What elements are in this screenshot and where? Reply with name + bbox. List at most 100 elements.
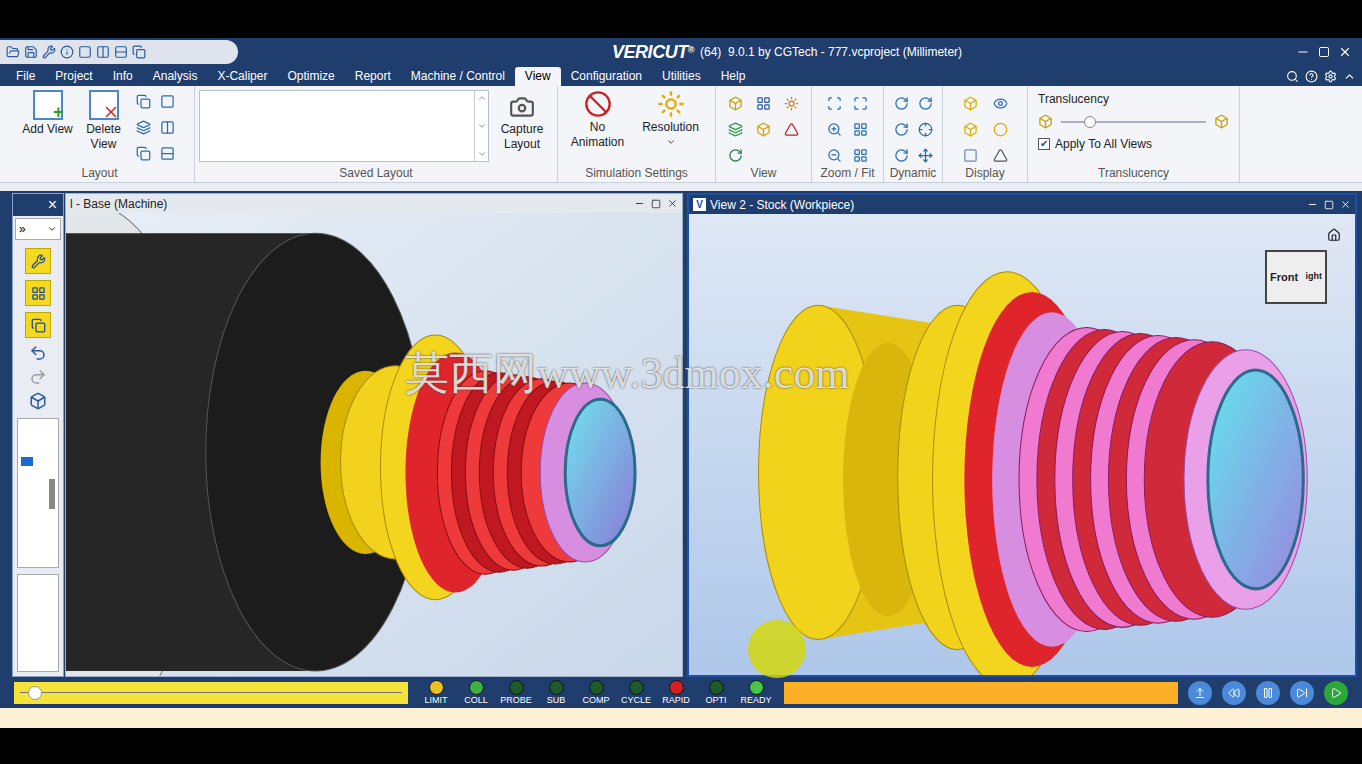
resolution-button[interactable]: Resolution — [633, 90, 709, 147]
tool-panel-close[interactable]: × — [48, 197, 57, 213]
tool-button[interactable] — [25, 280, 51, 306]
tool-button[interactable] — [25, 248, 51, 274]
menu-tab[interactable]: Machine / Control — [401, 67, 515, 86]
window-title: (64) 9.0.1 by CGTech - 777.vcproject (Mi… — [700, 43, 962, 61]
dynamic-button[interactable] — [890, 92, 912, 114]
view-button[interactable] — [753, 118, 775, 140]
watermark: 莫西网www.3dmox.com — [405, 352, 849, 396]
animation-slider[interactable] — [14, 682, 408, 704]
playback-button[interactable] — [1290, 681, 1314, 705]
dynamic-button[interactable] — [890, 118, 912, 140]
no-animation-button[interactable]: No Animation — [565, 90, 631, 150]
home-icon[interactable] — [1327, 228, 1341, 242]
display-button[interactable] — [959, 144, 981, 166]
quick-access-icon[interactable] — [60, 45, 74, 59]
ribbon-button[interactable]: +Add View — [21, 90, 75, 137]
playback-button[interactable] — [1256, 681, 1280, 705]
status-light: SUB — [536, 680, 576, 706]
menu-tab[interactable]: X-Caliper — [207, 67, 277, 86]
view-button[interactable] — [781, 118, 803, 140]
menu-tab[interactable]: Analysis — [143, 67, 208, 86]
quick-access-icon[interactable] — [42, 45, 56, 59]
capture-layout-button[interactable]: Capture Layout — [491, 90, 553, 152]
display-button[interactable] — [989, 144, 1011, 166]
menu-tab[interactable]: Configuration — [561, 67, 652, 86]
saved-layout-list[interactable] — [199, 90, 489, 162]
layout-icon — [136, 94, 151, 109]
ribbon-button[interactable]: Delete View — [77, 90, 131, 152]
zoom-button[interactable] — [850, 92, 872, 114]
redo-icon[interactable] — [29, 368, 47, 386]
layout-button[interactable] — [157, 116, 179, 138]
display-button[interactable] — [959, 118, 981, 140]
tool-panel-selector[interactable]: » — [15, 218, 61, 240]
menu-tab[interactable]: Help — [711, 67, 756, 86]
quick-access-icon[interactable] — [114, 45, 128, 59]
layout-button[interactable] — [157, 142, 179, 164]
view-window[interactable]: l - Base (Machine) — [65, 193, 683, 677]
view-icon — [756, 96, 771, 111]
layout-button[interactable] — [133, 90, 155, 112]
workpiece-render — [689, 214, 1355, 675]
model-icon[interactable] — [29, 392, 47, 410]
view-icon — [784, 122, 799, 137]
undo-icon[interactable] — [29, 344, 47, 362]
layout-icon — [160, 146, 175, 161]
menu-tab[interactable]: Utilities — [652, 67, 711, 86]
view-cube[interactable]: Frontight — [1265, 250, 1327, 304]
no-animation-icon — [584, 90, 612, 118]
dynamic-button[interactable] — [914, 118, 936, 140]
menu-tab[interactable]: Project — [45, 67, 102, 86]
zoom-icon — [853, 122, 868, 137]
display-icon — [963, 122, 978, 137]
quick-access-icon[interactable] — [6, 45, 20, 59]
view-button[interactable] — [781, 92, 803, 114]
help-icon[interactable] — [1305, 70, 1318, 83]
display-button[interactable] — [959, 92, 981, 114]
layout-button[interactable] — [157, 90, 179, 112]
zoom-button[interactable] — [850, 144, 872, 166]
zoom-button[interactable] — [824, 92, 846, 114]
dynamic-icon — [918, 96, 933, 111]
quick-access-icon[interactable] — [96, 45, 110, 59]
menu-tab[interactable]: File — [6, 67, 45, 86]
close-icon[interactable] — [1338, 45, 1352, 59]
zoom-button[interactable] — [824, 118, 846, 140]
layout-button[interactable] — [133, 116, 155, 138]
collapse-icon[interactable] — [1343, 70, 1356, 83]
zoom-button[interactable] — [850, 118, 872, 140]
menu-tab[interactable]: Info — [103, 67, 143, 86]
zoom-button[interactable] — [824, 144, 846, 166]
dynamic-button[interactable] — [914, 144, 936, 166]
display-icon — [993, 148, 1008, 163]
view-button[interactable] — [753, 92, 775, 114]
group-label: Layout — [5, 165, 194, 182]
cursor-highlight — [748, 620, 806, 678]
view-button[interactable] — [725, 92, 747, 114]
playback-button[interactable] — [1324, 681, 1348, 705]
quick-access-icon[interactable] — [78, 45, 92, 59]
translucency-slider[interactable] — [1061, 115, 1206, 129]
ribbon-group: +Add ViewDelete View Layout — [5, 86, 195, 182]
dynamic-button[interactable] — [890, 144, 912, 166]
display-button[interactable] — [989, 118, 1011, 140]
playback-button[interactable] — [1188, 681, 1212, 705]
dynamic-button[interactable] — [914, 92, 936, 114]
view-window[interactable]: VView 2 - Stock (Workpiece)Frontight — [687, 193, 1357, 677]
layout-button[interactable] — [133, 142, 155, 164]
menu-tab[interactable]: View — [515, 67, 561, 86]
tool-button[interactable] — [25, 312, 51, 338]
quick-access-icon[interactable] — [132, 45, 146, 59]
search-icon[interactable] — [1286, 70, 1299, 83]
menu-tab[interactable]: Optimize — [277, 67, 344, 86]
view-button[interactable] — [725, 118, 747, 140]
gear-icon[interactable] — [1324, 70, 1337, 83]
view-button[interactable] — [725, 144, 747, 166]
quick-access-icon[interactable] — [24, 45, 38, 59]
playback-button[interactable] — [1222, 681, 1246, 705]
apply-all-checkbox[interactable]: ✔Apply To All Views — [1038, 135, 1229, 153]
menu-tab[interactable]: Report — [345, 67, 401, 86]
minimize-icon[interactable] — [1296, 45, 1310, 59]
display-button[interactable] — [989, 92, 1011, 114]
maximize-icon[interactable] — [1318, 46, 1330, 58]
